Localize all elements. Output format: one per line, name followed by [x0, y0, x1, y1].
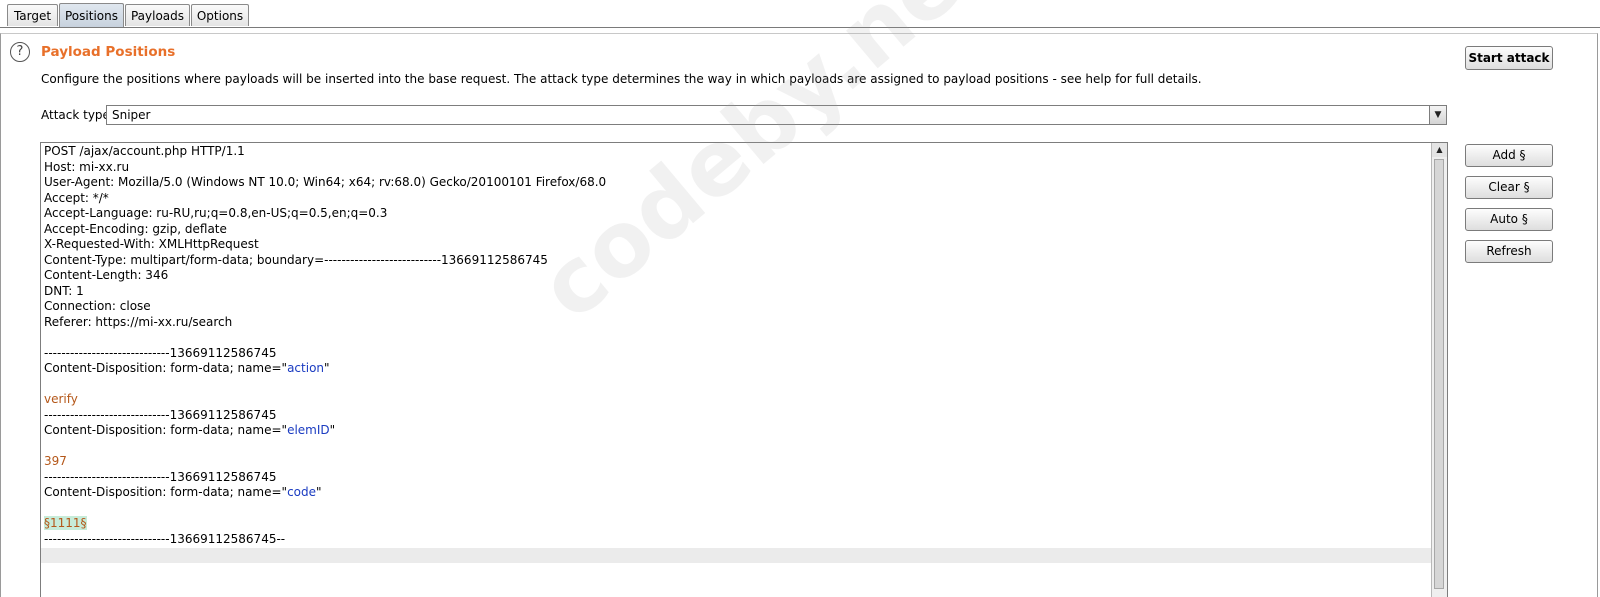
attack-type-label: Attack type:: [41, 108, 114, 122]
help-icon[interactable]: ?: [10, 42, 30, 62]
disposition-suffix: ": [324, 361, 330, 375]
scroll-up-icon[interactable]: ▲: [1432, 143, 1447, 157]
request-line: POST /ajax/account.php HTTP/1.1: [44, 144, 245, 158]
section-description: Configure the positions where payloads w…: [41, 72, 1202, 86]
header-line: Accept-Encoding: gzip, deflate: [44, 221, 227, 236]
header-line: Accept: */*: [44, 190, 109, 205]
add-marker-button[interactable]: Add §: [1465, 144, 1553, 167]
header-line: X-Requested-With: XMLHttpRequest: [44, 237, 259, 251]
payload-position-marker[interactable]: §1111§: [44, 516, 87, 530]
disposition-prefix: Content-Disposition: form-data; name=": [44, 485, 288, 499]
scrollbar-thumb[interactable]: [1434, 159, 1444, 589]
field-value-elemid: 397: [44, 454, 67, 468]
tab-options[interactable]: Options: [191, 4, 249, 26]
field-name-action: action: [287, 361, 325, 375]
header-line: Content-Length: 346: [44, 268, 169, 282]
disposition-suffix: ": [316, 485, 322, 499]
disposition-prefix: Content-Disposition: form-data; name=": [44, 361, 288, 375]
disposition-prefix: Content-Disposition: form-data; name=": [44, 423, 288, 437]
tab-target[interactable]: Target: [7, 4, 58, 26]
header-line: Accept-Language: ru-RU,ru;q=0.8,en-US;q=…: [44, 206, 388, 220]
header-line: User-Agent: Mozilla/5.0 (Windows NT 10.0…: [44, 175, 607, 189]
tab-bar: Target Positions Payloads Options: [0, 0, 1600, 29]
attack-type-select[interactable]: Sniper ▼: [106, 105, 1447, 125]
tab-payloads[interactable]: Payloads: [125, 4, 190, 26]
refresh-button[interactable]: Refresh: [1465, 240, 1553, 263]
boundary-line: -----------------------------13669112586…: [44, 407, 277, 422]
boundary-line: -----------------------------13669112586…: [44, 469, 277, 484]
header-line: Host: mi-xx.ru: [44, 159, 130, 174]
attack-type-value: Sniper: [112, 108, 151, 122]
header-line: Content-Type: multipart/form-data; bound…: [44, 252, 548, 267]
clear-markers-button[interactable]: Clear §: [1465, 176, 1553, 199]
header-line: DNT: 1: [44, 283, 84, 298]
disposition-line: Content-Disposition: form-data; name="el…: [44, 423, 335, 439]
field-name-elemid: elemID: [287, 423, 330, 437]
chevron-down-icon[interactable]: ▼: [1429, 106, 1446, 124]
auto-markers-button[interactable]: Auto §: [1465, 208, 1553, 231]
header-line: Connection: close: [44, 299, 151, 313]
tab-positions[interactable]: Positions: [59, 3, 124, 28]
request-editor[interactable]: POST /ajax/account.php HTTP/1.1 Host: mi…: [40, 142, 1448, 597]
header-line: Referer: https://mi-xx.ru/search: [44, 314, 233, 329]
section-title: Payload Positions: [41, 44, 176, 60]
disposition-line: Content-Disposition: form-data; name="co…: [44, 485, 322, 501]
vertical-scrollbar[interactable]: ▲: [1431, 143, 1447, 597]
start-attack-button[interactable]: Start attack: [1465, 46, 1553, 70]
boundary-line: -----------------------------13669112586…: [44, 345, 277, 360]
disposition-line: Content-Disposition: form-data; name="ac…: [44, 361, 330, 377]
current-line-highlight: [41, 548, 1431, 563]
disposition-suffix: ": [329, 423, 336, 437]
payload-position-line: §1111§: [44, 516, 87, 532]
field-value-action: verify: [44, 392, 78, 406]
tab-divider: [0, 27, 1600, 28]
field-name-code: code: [287, 485, 317, 499]
boundary-end-line: -----------------------------13669112586…: [44, 531, 286, 546]
